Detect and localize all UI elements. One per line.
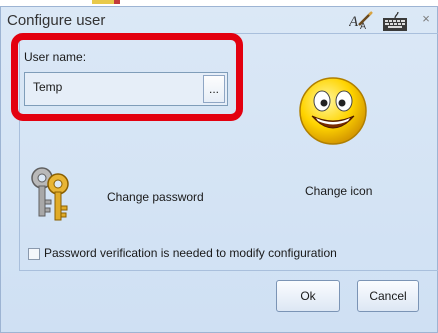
top-strip-tick-red <box>114 0 120 4</box>
svg-text:A: A <box>349 14 359 30</box>
title-bar: Configure user A A × <box>1 7 437 35</box>
password-verification-label[interactable]: Password verification is needed to modif… <box>44 246 337 260</box>
close-button[interactable]: × <box>418 10 434 28</box>
keyboard-icon[interactable] <box>381 12 409 32</box>
keys-icon[interactable] <box>28 166 72 222</box>
highlight-box <box>11 33 243 121</box>
password-verification-checkbox[interactable] <box>28 248 40 260</box>
spellcheck-icon[interactable]: A A <box>349 11 375 31</box>
change-password-link[interactable]: Change password <box>107 190 204 204</box>
ok-button[interactable]: Ok <box>276 280 340 312</box>
smiley-icon[interactable] <box>296 74 370 148</box>
change-icon-link[interactable]: Change icon <box>305 184 372 198</box>
top-strip-tick <box>92 0 114 4</box>
cancel-button[interactable]: Cancel <box>357 280 419 312</box>
dialog-title: Configure user <box>7 12 106 29</box>
